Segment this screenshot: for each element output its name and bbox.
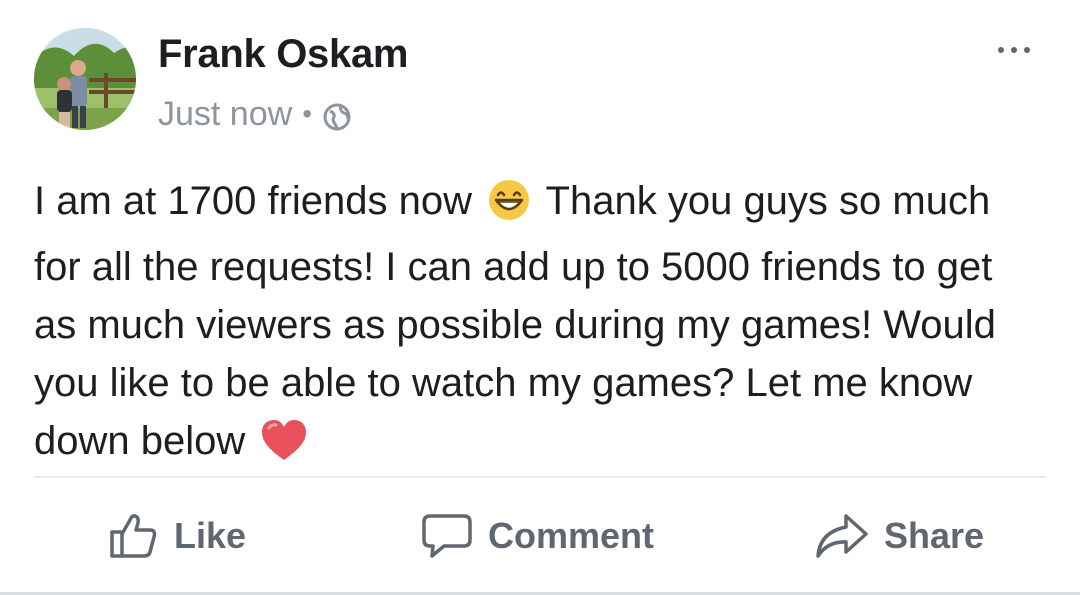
red-heart-emoji-icon (260, 418, 308, 478)
like-label: Like (174, 515, 247, 556)
comment-label: Comment (488, 515, 655, 556)
post-text-start: I am at 1700 friends now (34, 179, 473, 223)
post-card: Frank Oskam Just now • I am at 1700 frie… (0, 0, 1080, 595)
post-meta: Just now • (158, 92, 352, 136)
thumbs-up-icon (108, 510, 160, 562)
comment-bubble-icon (420, 510, 474, 562)
share-button[interactable]: Share (814, 500, 984, 572)
meta-separator: • (302, 98, 312, 129)
like-button[interactable]: Like (108, 500, 246, 572)
author-avatar[interactable] (34, 28, 136, 130)
post-body: I am at 1700 friends now Thank you guys … (34, 172, 1044, 478)
grinning-face-emoji-icon (487, 178, 531, 238)
post-timestamp[interactable]: Just now (158, 92, 292, 136)
more-options-icon[interactable] (984, 30, 1044, 70)
author-name[interactable]: Frank Oskam (158, 30, 408, 78)
share-label: Share (884, 515, 985, 556)
actions-divider (34, 476, 1046, 478)
share-arrow-icon (814, 510, 870, 562)
comment-button[interactable]: Comment (420, 500, 654, 572)
globe-icon (322, 99, 352, 131)
post-actions-bar: Like Comment Share (0, 500, 1080, 572)
